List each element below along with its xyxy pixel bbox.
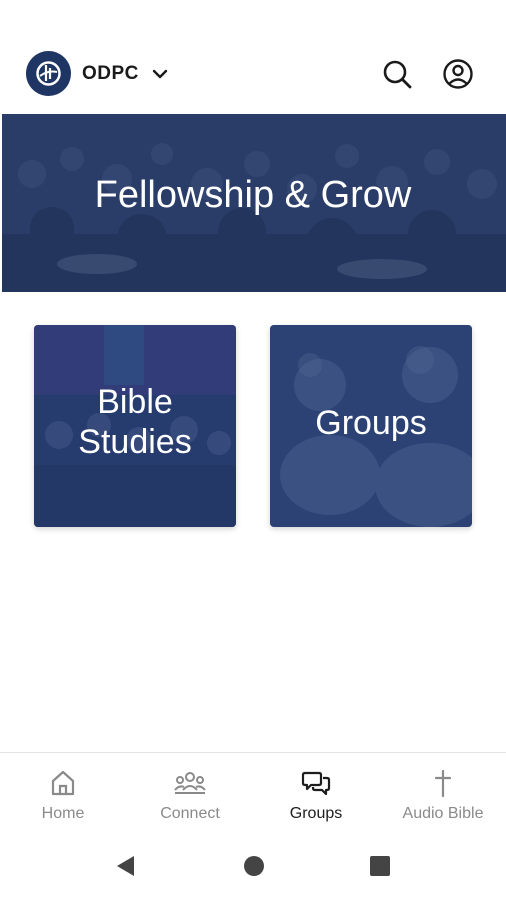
people-icon <box>174 772 206 794</box>
nav-label-groups: Groups <box>289 805 343 822</box>
bible-studies-label-line1: Bible <box>97 383 173 421</box>
chat-bubbles-icon <box>301 771 331 796</box>
nav-item-groups[interactable]: Groups <box>253 753 379 835</box>
bottom-nav-bar: Home Connect Groups Audio Bible <box>0 752 506 834</box>
app-header: ODPC <box>0 0 506 112</box>
nav-item-connect[interactable]: Connect <box>127 753 253 835</box>
church-logo-icon[interactable] <box>26 51 71 96</box>
nav-label-home: Home <box>41 805 85 822</box>
bible-studies-tile[interactable]: Bible Studies <box>34 325 236 527</box>
chevron-down-icon[interactable] <box>150 64 170 84</box>
recents-icon[interactable] <box>369 855 391 877</box>
profile-icon[interactable] <box>441 57 475 91</box>
groups-tile-label: Groups <box>315 404 427 442</box>
home-circle-icon[interactable] <box>242 854 266 878</box>
org-switcher-label[interactable]: ODPC <box>82 63 139 85</box>
home-icon <box>51 770 75 796</box>
bible-studies-label-line2: Studies <box>78 423 192 461</box>
nav-item-audio-bible[interactable]: Audio Bible <box>380 753 506 835</box>
back-icon[interactable] <box>114 854 138 878</box>
nav-label-audio-bible: Audio Bible <box>402 805 484 822</box>
cross-icon <box>434 769 452 798</box>
nav-item-home[interactable]: Home <box>0 753 126 835</box>
nav-label-connect: Connect <box>160 805 220 822</box>
search-icon[interactable] <box>380 57 414 91</box>
groups-tile[interactable]: Groups <box>270 325 472 527</box>
system-nav-bar <box>0 834 506 900</box>
hero-title: Fellowship & Grow <box>94 174 412 216</box>
